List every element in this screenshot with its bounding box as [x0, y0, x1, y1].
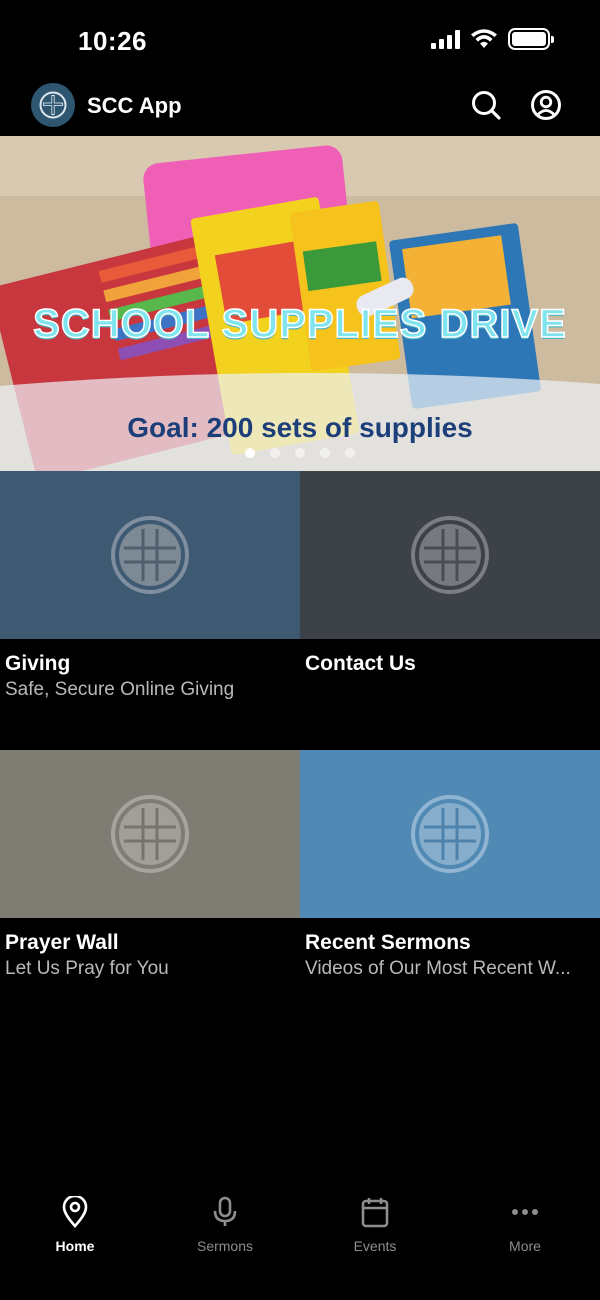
tile-title: Contact Us [305, 652, 416, 675]
carousel-dots[interactable] [0, 448, 600, 458]
nav-label: More [509, 1238, 541, 1254]
tile-subtitle: Videos of Our Most Recent W... [305, 958, 571, 979]
app-header: SCC App [0, 80, 600, 136]
nav-item-more[interactable]: More [450, 1180, 600, 1300]
banner-title: SCHOOL SUPPLIES DRIVE [32, 301, 567, 347]
tile-contact-us[interactable]: Contact Us [300, 471, 600, 749]
tile-subtitle: Let Us Pray for You [5, 958, 169, 979]
tile-title: Prayer Wall [5, 931, 119, 954]
nav-item-home[interactable]: Home [0, 1180, 150, 1300]
status-time: 10:26 [78, 26, 147, 56]
battery-fill [512, 32, 546, 46]
status-bar: 10:26 [0, 0, 600, 80]
tile-subtitle: Safe, Secure Online Giving [5, 679, 235, 700]
nav-item-events[interactable]: Events [300, 1180, 450, 1300]
nav-label: Events [353, 1238, 397, 1254]
carousel-dot[interactable] [270, 448, 280, 458]
carousel-dot[interactable] [295, 448, 305, 458]
banner-goal-text: Goal: 200 sets of supplies [127, 412, 473, 443]
app-title: SCC App [87, 93, 182, 118]
profile-icon[interactable] [529, 88, 563, 122]
tile-image [300, 471, 600, 639]
cross-logo-icon [111, 795, 189, 873]
tile-title: Giving [5, 652, 71, 675]
cross-logo-icon [411, 516, 489, 594]
nav-label: Sermons [196, 1238, 254, 1254]
microphone-icon [213, 1196, 237, 1226]
nav-label: Home [55, 1238, 95, 1254]
status-icons [431, 28, 554, 50]
cross-logo-icon [111, 516, 189, 594]
bottom-nav: Home Sermons Events More [0, 1180, 600, 1300]
cellular-signal-icon [431, 29, 460, 49]
tile-giving[interactable]: Giving Safe, Secure Online Giving [0, 471, 300, 749]
calendar-icon [361, 1198, 389, 1228]
tile-image [300, 750, 600, 918]
tile-image [0, 750, 300, 918]
more-dots-icon [512, 1209, 538, 1215]
nav-item-sermons[interactable]: Sermons [150, 1180, 300, 1300]
carousel-dot[interactable] [245, 448, 255, 458]
tile-recent-sermons[interactable]: Recent Sermons Videos of Our Most Recent… [300, 750, 600, 1028]
cross-logo-icon[interactable] [31, 83, 75, 127]
tile-prayer-wall[interactable]: Prayer Wall Let Us Pray for You [0, 750, 300, 1028]
cross-logo-icon [411, 795, 489, 873]
battery-icon [508, 28, 554, 50]
carousel-dot[interactable] [320, 448, 330, 458]
search-icon[interactable] [469, 88, 503, 122]
wifi-icon [471, 29, 497, 48]
carousel-dot[interactable] [345, 448, 355, 458]
location-pin-icon [62, 1196, 88, 1228]
tile-image [0, 471, 300, 639]
tile-title: Recent Sermons [305, 931, 471, 954]
